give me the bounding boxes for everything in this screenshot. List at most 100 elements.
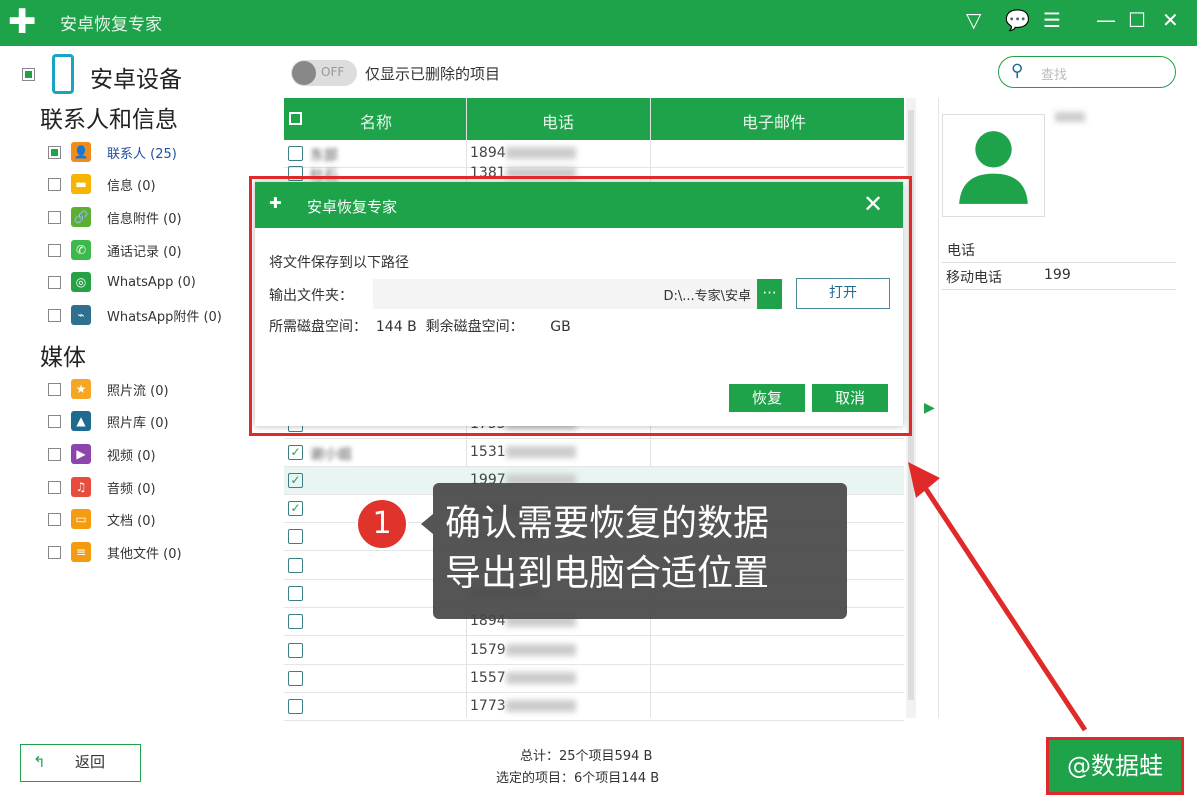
- row-checkbox[interactable]: ✓: [288, 445, 303, 460]
- sidebar-item[interactable]: ▲ 照片库 (0): [48, 409, 169, 433]
- row-checkbox[interactable]: [288, 146, 303, 161]
- watermark: @数据蛙: [1046, 737, 1184, 795]
- close-icon[interactable]: ✕: [1162, 8, 1179, 32]
- title-bar: ✚ 安卓恢复专家 ▽ 💬 ☰ — ☐ ✕: [0, 0, 1197, 46]
- sidebar-item[interactable]: ♫ 音频 (0): [48, 475, 156, 499]
- item-checkbox[interactable]: [48, 545, 61, 559]
- contacts-icon: 👤: [71, 142, 91, 162]
- contact-phone: 1894: [470, 145, 576, 161]
- tooltip-pointer: [421, 514, 433, 534]
- item-checkbox[interactable]: [48, 275, 61, 289]
- item-checkbox[interactable]: [48, 480, 61, 494]
- app-title: 安卓恢复专家: [60, 15, 162, 35]
- total-status: 总计：25个项目594 B: [520, 749, 653, 764]
- sidebar-item[interactable]: ≡ 其他文件 (0): [48, 540, 182, 564]
- music-icon: ♫: [71, 477, 91, 497]
- row-checkbox[interactable]: [288, 614, 303, 629]
- sidebar-item[interactable]: ★ 照片流 (0): [48, 377, 169, 401]
- sidebar-item-label: 视频 (0): [107, 448, 156, 464]
- row-checkbox[interactable]: [288, 699, 303, 714]
- item-checkbox[interactable]: [48, 382, 61, 396]
- item-checkbox[interactable]: [48, 243, 61, 257]
- item-checkbox[interactable]: [48, 414, 61, 428]
- annotation-line: 导出到电脑合适位置: [445, 553, 770, 594]
- table-header: 名称 电话 电子邮件: [284, 98, 904, 140]
- expand-arrow-icon[interactable]: ▶: [924, 400, 935, 416]
- sidebar-item-label: 其他文件 (0): [107, 546, 182, 562]
- sidebar-item[interactable]: ▶ 视频 (0): [48, 442, 156, 466]
- phone-entry: 移动电话 199: [942, 262, 1176, 290]
- contact-phone: 1773: [470, 698, 576, 714]
- contact-name: [1055, 112, 1085, 122]
- table-row[interactable]: 1557: [284, 665, 904, 693]
- attachment-icon: 🔗: [71, 207, 91, 227]
- row-checkbox[interactable]: [288, 586, 303, 601]
- contact-phone: 1531: [470, 444, 576, 460]
- whatsapp-icon: ◎: [71, 272, 91, 292]
- sidebar-item[interactable]: ✆ 通话记录 (0): [48, 238, 182, 262]
- item-checkbox[interactable]: [48, 447, 61, 461]
- contact-phone: 1579: [470, 642, 576, 658]
- sidebar-item-label: WhatsApp附件 (0): [107, 309, 222, 325]
- message-icon: ▬: [71, 174, 91, 194]
- image-icon: ▲: [71, 411, 91, 431]
- table-row[interactable]: 1773: [284, 693, 904, 721]
- sidebar-item[interactable]: ▬ 信息 (0): [48, 172, 156, 196]
- device-checkbox[interactable]: [22, 66, 45, 85]
- row-checkbox[interactable]: [288, 643, 303, 658]
- back-button[interactable]: ↰ 返回: [20, 744, 141, 782]
- maximize-icon[interactable]: ☐: [1128, 8, 1146, 32]
- column-phone[interactable]: 电话: [542, 109, 574, 133]
- menu-icon[interactable]: ☰: [1043, 8, 1061, 32]
- contact-name: 谢小姐: [310, 447, 352, 463]
- row-checkbox[interactable]: ✓: [288, 473, 303, 488]
- chat-icon[interactable]: 💬: [1005, 8, 1030, 32]
- sidebar-item-label: 音频 (0): [107, 481, 156, 497]
- section-title: 联系人和信息: [40, 107, 178, 133]
- column-name[interactable]: 名称: [360, 109, 392, 133]
- whatsapp-attachment-icon: ⌁: [71, 305, 91, 325]
- item-checkbox[interactable]: [48, 145, 61, 159]
- item-checkbox[interactable]: [48, 177, 61, 191]
- sidebar-item-label: 联系人 (25): [107, 146, 177, 162]
- row-checkbox[interactable]: [288, 558, 303, 573]
- table-row[interactable]: 1579: [284, 637, 904, 665]
- search-icon: ⚲: [1011, 61, 1024, 81]
- sidebar-item-label: 文档 (0): [107, 513, 156, 529]
- sidebar-item[interactable]: 🔗 信息附件 (0): [48, 205, 182, 229]
- column-email[interactable]: 电子邮件: [742, 109, 806, 133]
- sidebar-item[interactable]: ▭ 文档 (0): [48, 507, 156, 531]
- select-all-checkbox[interactable]: [289, 112, 302, 125]
- sidebar-item[interactable]: ◎ WhatsApp (0): [48, 270, 196, 294]
- item-checkbox[interactable]: [48, 308, 61, 322]
- section-title: 媒体: [40, 345, 86, 371]
- sidebar-item[interactable]: ⌁ WhatsApp附件 (0): [48, 303, 222, 327]
- sidebar-item-label: 信息 (0): [107, 178, 156, 194]
- contact-phone: 1557: [470, 670, 576, 686]
- item-checkbox[interactable]: [48, 512, 61, 526]
- wifi-icon[interactable]: ▽: [966, 8, 981, 32]
- selected-status: 选定的项目：6个项目144 B: [496, 771, 660, 786]
- row-checkbox[interactable]: [288, 529, 303, 544]
- file-icon: ≡: [71, 542, 91, 562]
- device-name: 安卓设备: [90, 67, 182, 93]
- sidebar-item-label: 通话记录 (0): [107, 244, 182, 260]
- sidebar-item-label: 照片流 (0): [107, 383, 169, 399]
- sidebar-item-label: 信息附件 (0): [107, 211, 182, 227]
- sidebar-item[interactable]: 👤 联系人 (25): [48, 140, 177, 164]
- phone-icon: ✆: [71, 240, 91, 260]
- sidebar-item-label: WhatsApp (0): [107, 274, 196, 290]
- table-row[interactable]: ✓ 谢小姐 1531: [284, 439, 904, 467]
- back-arrow-icon: ↰: [33, 753, 46, 771]
- item-checkbox[interactable]: [48, 210, 61, 224]
- minimize-icon[interactable]: —: [1096, 8, 1116, 32]
- star-icon: ★: [71, 379, 91, 399]
- deleted-only-toggle[interactable]: OFF: [291, 60, 357, 86]
- highlight-box: [249, 176, 912, 436]
- app-logo-icon: ✚: [8, 2, 37, 42]
- phone-heading: 电话: [947, 243, 975, 259]
- row-checkbox[interactable]: [288, 671, 303, 686]
- row-checkbox[interactable]: ✓: [288, 501, 303, 516]
- sidebar-item-label: 照片库 (0): [107, 415, 169, 431]
- search-input[interactable]: ⚲ 查找: [998, 56, 1176, 88]
